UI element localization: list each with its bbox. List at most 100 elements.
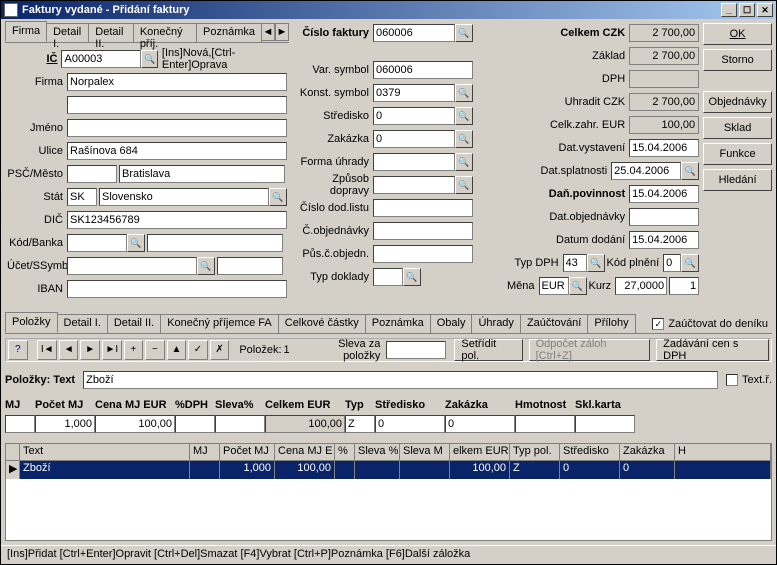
edit-mj[interactable] xyxy=(5,415,35,433)
zadavani-button[interactable]: Zadávání cen s DPH xyxy=(656,339,769,361)
stat-kod-input[interactable] xyxy=(67,188,97,206)
mena-input[interactable] xyxy=(539,277,569,295)
psc-input[interactable] xyxy=(67,165,117,183)
close-button[interactable]: ✕ xyxy=(757,3,773,17)
stredisko-lookup-icon[interactable]: 🔍 xyxy=(455,107,473,125)
tab-l-prilohy[interactable]: Přílohy xyxy=(587,314,635,333)
stredisko-input[interactable] xyxy=(373,107,455,125)
typdokl-input[interactable] xyxy=(373,268,403,286)
ucet-input[interactable] xyxy=(67,257,197,275)
tab-scroll-left-icon[interactable]: ◄ xyxy=(261,23,275,41)
firma-input[interactable] xyxy=(67,73,287,91)
edit-sklkarta[interactable] xyxy=(575,415,635,433)
table-row[interactable]: ▶ Zboží 1,000 100,00 100,00 Z 0 0 xyxy=(6,461,771,479)
datobj-input[interactable] xyxy=(629,208,699,226)
cobj-input[interactable] xyxy=(373,222,473,240)
storno-button[interactable]: Storno xyxy=(703,49,772,71)
edit-pocet[interactable] xyxy=(35,415,95,433)
edit-stredisko[interactable] xyxy=(375,415,445,433)
banka-input[interactable] xyxy=(147,234,283,252)
edit-hmotnost[interactable] xyxy=(515,415,575,433)
dodlist-input[interactable] xyxy=(373,199,473,217)
ulice-input[interactable] xyxy=(67,142,287,160)
gcol-h[interactable]: H xyxy=(675,444,771,460)
tab-l-detail1[interactable]: Detail I. xyxy=(57,314,108,333)
ok-button[interactable]: OK xyxy=(703,23,772,45)
typdph-lookup-icon[interactable]: 🔍 xyxy=(587,254,605,272)
ssymb-input[interactable] xyxy=(217,257,283,275)
sleva-input[interactable] xyxy=(386,341,446,359)
ic-input[interactable] xyxy=(61,50,141,68)
edit-icon[interactable]: ▲ xyxy=(167,340,187,360)
kodpln-input[interactable] xyxy=(663,254,681,272)
tab-l-poznamka[interactable]: Poznámka xyxy=(365,314,431,333)
minimize-button[interactable]: _ xyxy=(721,3,737,17)
gcol-text[interactable]: Text xyxy=(20,444,190,460)
objednavky-button[interactable]: Objednávky xyxy=(703,91,772,113)
forma-lookup-icon[interactable]: 🔍 xyxy=(455,153,473,171)
edit-pdph[interactable] xyxy=(175,415,215,433)
next-icon[interactable]: ► xyxy=(80,340,100,360)
dic-input[interactable] xyxy=(67,211,287,229)
polozky-text-input[interactable] xyxy=(83,371,718,389)
zpusob-lookup-icon[interactable]: 🔍 xyxy=(455,176,473,194)
zakazka-input[interactable] xyxy=(373,130,455,148)
tab-detail1[interactable]: Detail I. xyxy=(46,23,89,42)
prev-icon[interactable]: ◄ xyxy=(59,340,79,360)
edit-cena[interactable] xyxy=(95,415,175,433)
tab-l-zauctovani[interactable]: Zaúčtování xyxy=(520,314,588,333)
vystaveni-input[interactable] xyxy=(629,139,699,157)
tab-l-konecny[interactable]: Konečný příjemce FA xyxy=(160,314,279,333)
gcol-cena[interactable]: Cena MJ E xyxy=(275,444,335,460)
jmeno-input[interactable] xyxy=(67,119,287,137)
tab-scroll-right-icon[interactable]: ► xyxy=(275,23,289,41)
gcol-pct[interactable]: % xyxy=(335,444,355,460)
edit-typ[interactable] xyxy=(345,415,375,433)
maximize-button[interactable]: ☐ xyxy=(739,3,755,17)
sklad-button[interactable]: Sklad xyxy=(703,117,772,139)
tab-konecny[interactable]: Konečný příj. xyxy=(133,23,197,42)
mesto-input[interactable] xyxy=(119,165,285,183)
splatnosti-input[interactable] xyxy=(611,162,681,180)
gcol-celkem[interactable]: elkem EUR xyxy=(450,444,510,460)
confirm-icon[interactable]: ✓ xyxy=(188,340,208,360)
ic-lookup-icon[interactable]: 🔍 xyxy=(141,50,157,68)
kodpln-lookup-icon[interactable]: 🔍 xyxy=(681,254,699,272)
iban-input[interactable] xyxy=(67,280,287,298)
first-icon[interactable]: I◄ xyxy=(37,340,57,360)
help-icon[interactable]: ? xyxy=(8,340,28,360)
tab-l-uhrady[interactable]: Úhrady xyxy=(471,314,520,333)
tab-l-castky[interactable]: Celkové částky xyxy=(278,314,366,333)
zakazka-lookup-icon[interactable]: 🔍 xyxy=(455,130,473,148)
forma-input[interactable] xyxy=(373,153,455,171)
povinnost-input[interactable] xyxy=(629,185,699,203)
kurz-input[interactable] xyxy=(615,277,667,295)
remove-icon[interactable]: − xyxy=(145,340,165,360)
firma2-input[interactable] xyxy=(67,96,287,114)
kurz2-input[interactable] xyxy=(669,277,699,295)
edit-zakazka[interactable] xyxy=(445,415,515,433)
zpusob-input[interactable] xyxy=(373,176,455,194)
typdph-input[interactable] xyxy=(563,254,587,272)
last-icon[interactable]: ►I xyxy=(102,340,122,360)
edit-slevap[interactable] xyxy=(215,415,265,433)
ucet-lookup-icon[interactable]: 🔍 xyxy=(197,257,215,275)
setridit-button[interactable]: Setřídit pol. xyxy=(454,339,522,361)
cislo-lookup-icon[interactable]: 🔍 xyxy=(455,24,473,42)
tab-detail2[interactable]: Detail II. xyxy=(88,23,134,42)
bank-lookup-icon[interactable]: 🔍 xyxy=(127,234,145,252)
tab-l-detail2[interactable]: Detail II. xyxy=(107,314,161,333)
stat-lookup-icon[interactable]: 🔍 xyxy=(269,188,287,206)
gcol-mj[interactable]: MJ xyxy=(190,444,220,460)
zauctovat-checkbox[interactable]: ✓ xyxy=(652,318,664,330)
odpocet-button[interactable]: Odpočet záloh [Ctrl+Z] xyxy=(529,339,651,361)
stat-input[interactable] xyxy=(99,188,269,206)
kodbanka-input[interactable] xyxy=(67,234,127,252)
tab-polozky[interactable]: Položky xyxy=(5,312,58,333)
var-input[interactable] xyxy=(373,61,473,79)
cislo-input[interactable] xyxy=(373,24,455,42)
cancel-icon[interactable]: ✗ xyxy=(210,340,230,360)
konst-lookup-icon[interactable]: 🔍 xyxy=(455,84,473,102)
konst-input[interactable] xyxy=(373,84,455,102)
gcol-typpol[interactable]: Typ pol. xyxy=(510,444,560,460)
